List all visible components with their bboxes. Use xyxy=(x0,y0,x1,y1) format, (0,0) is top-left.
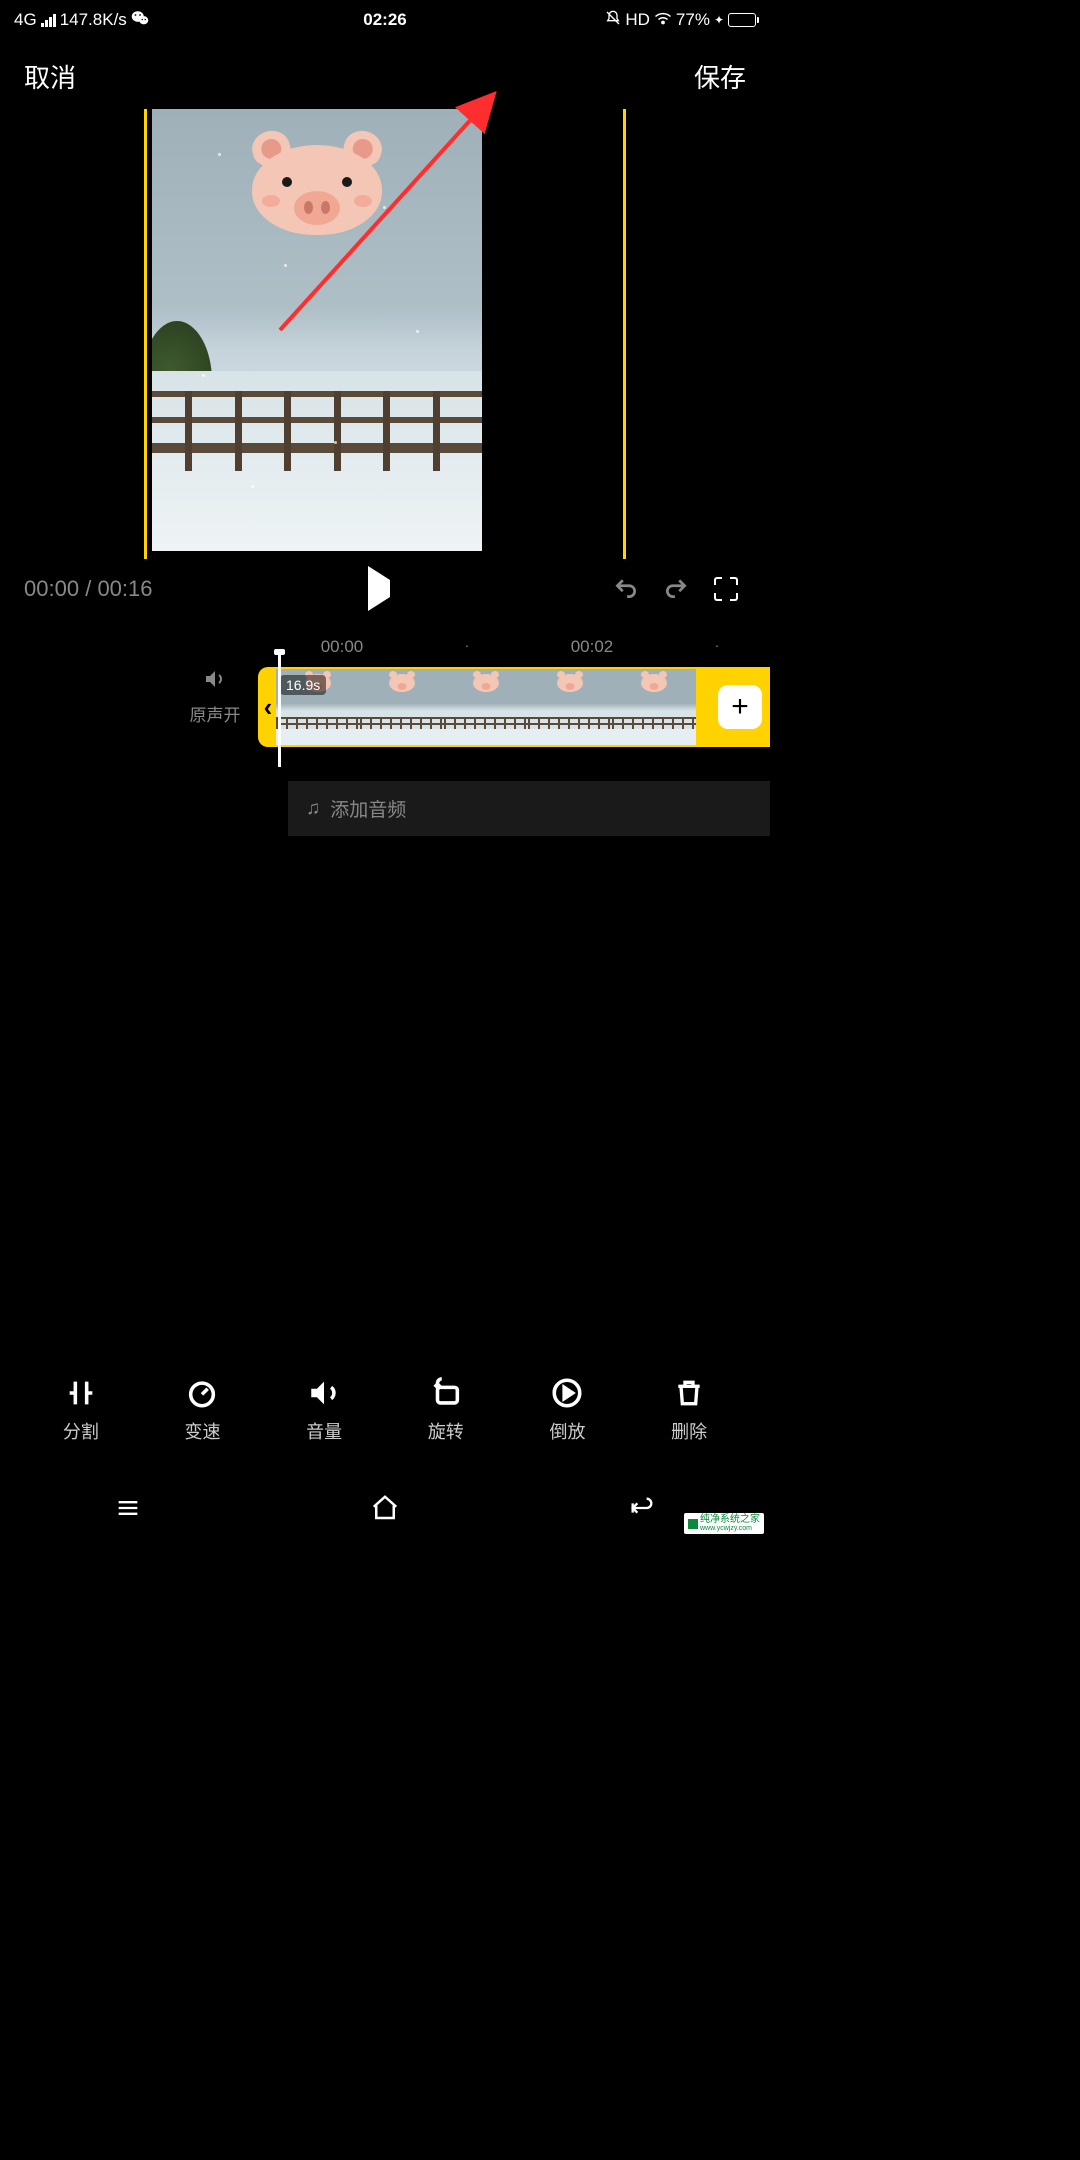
crop-handle-left[interactable] xyxy=(144,109,147,559)
battery-icon xyxy=(728,13,756,27)
network-type: 4G xyxy=(14,10,37,30)
sound-label: 原声开 xyxy=(180,701,250,726)
rotate-icon xyxy=(429,1376,463,1410)
pig-sticker xyxy=(252,145,382,255)
charging-icon: ✦ xyxy=(714,13,724,27)
play-icon xyxy=(368,566,390,611)
watermark-icon xyxy=(688,1519,698,1529)
thumbnail xyxy=(444,669,528,745)
save-button[interactable]: 保存 xyxy=(694,58,746,95)
clip-duration-badge: 16.9s xyxy=(280,675,326,695)
thumbnail xyxy=(528,669,612,745)
speed-tool[interactable]: 变速 xyxy=(184,1376,220,1444)
ruler-tick: 00:00 xyxy=(321,637,364,657)
split-tool[interactable]: 分割 xyxy=(63,1376,99,1444)
delete-tool[interactable]: 删除 xyxy=(671,1376,707,1444)
battery-pct: 77% xyxy=(676,10,710,30)
thumbnail xyxy=(360,669,444,745)
reverse-tool[interactable]: 倒放 xyxy=(549,1376,585,1444)
ruler-dot: · xyxy=(715,637,720,657)
plus-icon: + xyxy=(731,690,749,724)
ruler-dot: · xyxy=(465,637,470,657)
speed-icon xyxy=(185,1376,219,1410)
network-speed: 147.8K/s xyxy=(60,10,127,30)
trash-icon xyxy=(673,1376,705,1410)
redo-button[interactable] xyxy=(656,569,696,609)
dnd-icon xyxy=(605,10,621,31)
fullscreen-icon xyxy=(714,577,738,601)
rotate-tool[interactable]: 旋转 xyxy=(428,1376,464,1444)
add-clip-button[interactable]: + xyxy=(718,685,762,729)
video-preview[interactable] xyxy=(152,109,482,551)
wifi-icon xyxy=(654,10,672,30)
video-clip[interactable]: ‹ 16.9s + xyxy=(258,667,770,747)
redo-icon xyxy=(663,576,689,602)
play-button[interactable] xyxy=(368,580,390,598)
add-audio-button[interactable]: ♫ 添加音频 xyxy=(288,781,770,836)
crop-handle-right[interactable] xyxy=(623,109,626,559)
status-right: HD 77% ✦ xyxy=(605,10,756,31)
volume-tool[interactable]: 音量 xyxy=(306,1376,342,1444)
wechat-icon xyxy=(131,10,149,31)
ruler-tick: 00:02 xyxy=(571,637,614,657)
original-sound-toggle[interactable]: 原声开 xyxy=(180,667,250,726)
time-ruler: 00:00 · 00:02 · xyxy=(0,609,770,667)
timeline[interactable]: 原声开 ‹ 16.9s xyxy=(0,667,770,757)
time-display: 00:00 / 00:16 xyxy=(24,576,153,602)
system-nav-bar xyxy=(0,1480,770,1540)
scene-fence xyxy=(152,391,482,471)
back-button[interactable] xyxy=(628,1494,656,1527)
undo-button[interactable] xyxy=(606,569,646,609)
watermark: 纯净系统之家 www.ycwjzy.com xyxy=(684,1513,764,1534)
clip-trim-left-icon[interactable]: ‹ xyxy=(258,692,276,723)
clip-thumbnails: 16.9s xyxy=(276,669,696,745)
thumbnail: 16.9s xyxy=(276,669,360,745)
playhead[interactable] xyxy=(278,651,281,767)
undo-icon xyxy=(613,576,639,602)
fullscreen-button[interactable] xyxy=(706,569,746,609)
thumbnail xyxy=(612,669,696,745)
add-audio-label: 添加音频 xyxy=(330,795,406,822)
recent-apps-button[interactable] xyxy=(114,1494,142,1527)
volume-icon xyxy=(307,1376,341,1410)
status-bar: 4G 147.8K/s 02:26 HD 77% ✦ xyxy=(0,0,770,40)
home-button[interactable] xyxy=(370,1493,400,1528)
split-icon xyxy=(64,1376,98,1410)
status-time: 02:26 xyxy=(363,10,406,30)
signal-icon xyxy=(41,13,56,27)
cancel-button[interactable]: 取消 xyxy=(24,58,76,95)
playback-controls: 00:00 / 00:16 xyxy=(0,559,770,609)
preview-area xyxy=(0,105,770,559)
speaker-icon xyxy=(180,667,250,697)
reverse-icon xyxy=(550,1376,584,1410)
music-note-icon: ♫ xyxy=(306,798,320,820)
tool-bar: 分割 变速 音量 旋转 倒放 删除 xyxy=(0,1376,770,1462)
hd-label: HD xyxy=(625,10,650,30)
status-left: 4G 147.8K/s xyxy=(14,10,149,31)
editor-header: 取消 保存 xyxy=(0,40,770,105)
